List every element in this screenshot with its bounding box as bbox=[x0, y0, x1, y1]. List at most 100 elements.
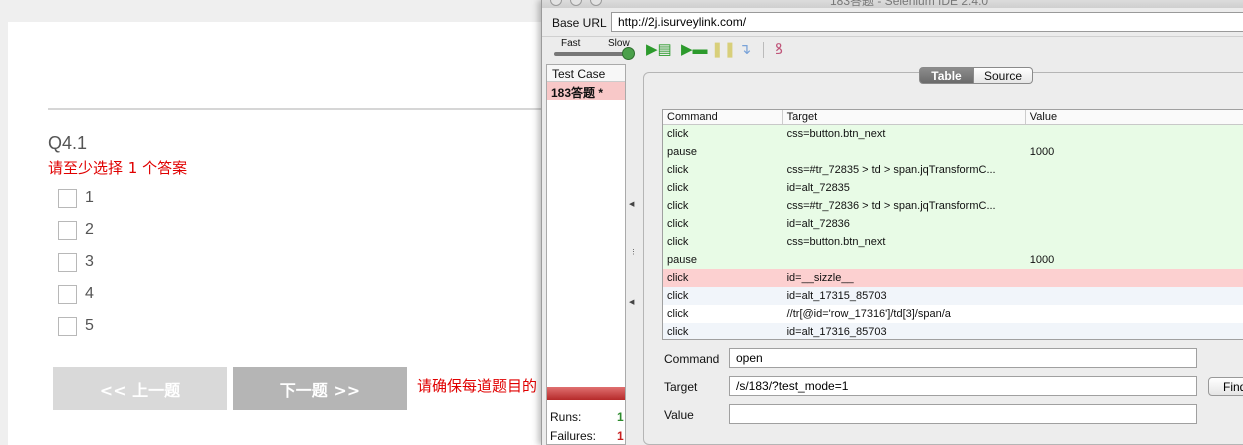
run-progress-bar bbox=[547, 387, 625, 400]
target-input[interactable] bbox=[729, 376, 1197, 396]
test-case-header: Test Case bbox=[547, 65, 625, 82]
table-row[interactable]: click id=__sizzle__ bbox=[663, 269, 1243, 287]
option-5[interactable]: 5 bbox=[58, 315, 94, 337]
checkbox[interactable] bbox=[58, 188, 77, 208]
option-label: 4 bbox=[85, 285, 94, 302]
column-target[interactable]: Target bbox=[783, 110, 1026, 124]
title-bar[interactable]: 183答题 - Selenium IDE 2.4.0 bbox=[542, 0, 1243, 8]
runs-label: Runs: bbox=[550, 410, 582, 424]
cell-target: id=__sizzle__ bbox=[786, 272, 854, 284]
base-url-label: Base URL bbox=[552, 16, 607, 30]
table-row[interactable]: click id=alt_17316_85703 bbox=[663, 323, 1243, 339]
failures-label: Failures: bbox=[550, 429, 597, 443]
option-label: 1 bbox=[85, 189, 94, 206]
option-2[interactable]: 2 bbox=[58, 219, 94, 241]
cell-command: click bbox=[667, 290, 689, 302]
table-row[interactable]: click id=alt_72836 bbox=[663, 215, 1243, 233]
hint-text: 请确保每道题目的 bbox=[417, 377, 538, 395]
prev-question-button[interactable]: << 上一题 bbox=[53, 367, 227, 410]
value-label: Value bbox=[664, 408, 694, 422]
cell-command: click bbox=[667, 182, 689, 194]
collapse-left-icon[interactable]: ◀ bbox=[629, 200, 634, 208]
checkbox[interactable] bbox=[58, 252, 77, 272]
command-label: Command bbox=[664, 352, 720, 366]
column-command[interactable]: Command bbox=[663, 110, 783, 124]
step-icon[interactable]: ↴ bbox=[735, 42, 755, 58]
option-1[interactable]: 1 bbox=[58, 187, 94, 209]
column-value[interactable]: Value bbox=[1026, 110, 1243, 124]
zoom-window-icon[interactable] bbox=[590, 0, 602, 6]
cell-command: click bbox=[667, 218, 689, 230]
table-row[interactable]: click css=#tr_72836 > td > span.jqTransfo… bbox=[663, 197, 1243, 215]
cell-target: css=button.btn_next bbox=[786, 236, 886, 248]
minimize-window-icon[interactable] bbox=[570, 0, 582, 6]
test-editor: Table Source Command Target Value click c… bbox=[643, 67, 1243, 445]
record-icon[interactable]: ꝸ bbox=[769, 42, 789, 58]
cell-command: click bbox=[667, 128, 689, 140]
view-toggle: Table Source bbox=[919, 67, 1033, 86]
base-url-input[interactable] bbox=[611, 12, 1243, 32]
failures-count: 1 bbox=[617, 429, 624, 443]
speed-slider-track[interactable] bbox=[554, 52, 632, 56]
table-row[interactable]: click id=alt_17315_85703 bbox=[663, 287, 1243, 305]
option-label: 3 bbox=[85, 253, 94, 270]
option-label: 2 bbox=[85, 221, 94, 238]
collapse-left-icon[interactable]: ◀ bbox=[629, 298, 634, 306]
target-label: Target bbox=[664, 380, 698, 394]
cell-command: click bbox=[667, 326, 689, 338]
value-input[interactable] bbox=[729, 404, 1197, 424]
cell-command: click bbox=[667, 164, 689, 176]
option-3[interactable]: 3 bbox=[58, 251, 94, 273]
checkbox[interactable] bbox=[58, 284, 77, 304]
toolbar-separator bbox=[763, 42, 764, 58]
table-row[interactable]: click //tr[@id='row_17316']/td[3]/span/a bbox=[663, 305, 1243, 323]
cell-target: css=#tr_72835 > td > span.jqTransformC..… bbox=[786, 164, 996, 176]
table-row[interactable]: click id=alt_72835 bbox=[663, 179, 1243, 197]
question-title: Q4.1 bbox=[48, 133, 88, 153]
test-case-panel: Test Case 183答题 * Runs: 1 Failures: 1 bbox=[546, 64, 626, 445]
cell-target: id=alt_17316_85703 bbox=[786, 326, 887, 338]
play-suite-icon[interactable]: ▶▤ bbox=[646, 42, 672, 58]
validation-error: 请至少选择 1 个答案 bbox=[48, 159, 188, 177]
table-header: Command Target Value bbox=[663, 110, 1243, 125]
table-row[interactable]: click css=button.btn_next bbox=[663, 233, 1243, 251]
cell-target: id=alt_17315_85703 bbox=[786, 290, 887, 302]
command-table: Command Target Value click css=button.btn… bbox=[662, 109, 1243, 340]
next-question-button[interactable]: 下一题 >> bbox=[233, 367, 407, 410]
cell-target: id=alt_72835 bbox=[786, 182, 850, 194]
cell-command: click bbox=[667, 308, 689, 320]
speed-fast-label: Fast bbox=[561, 38, 581, 49]
cell-command: click bbox=[667, 272, 689, 284]
panel-splitter[interactable]: ◀ ⋮ ◀ bbox=[628, 200, 637, 320]
grip-icon: ⋮ bbox=[630, 249, 637, 256]
cell-target: css=button.btn_next bbox=[786, 128, 886, 140]
checkbox[interactable] bbox=[58, 316, 77, 336]
option-label: 5 bbox=[85, 317, 94, 334]
toolbar: Fast Slow ▶▤ ▶▬ ❚❚ ↴ ꝸ bbox=[542, 36, 1243, 62]
test-case-item[interactable]: 183答题 * bbox=[547, 82, 625, 100]
find-button[interactable]: Find bbox=[1208, 377, 1243, 396]
selenium-ide-window: 183答题 - Selenium IDE 2.4.0 Base URL Fast… bbox=[541, 0, 1243, 445]
base-url-bar: Base URL bbox=[542, 8, 1243, 36]
play-test-icon[interactable]: ▶▬ bbox=[681, 42, 708, 58]
tab-table[interactable]: Table bbox=[919, 67, 974, 84]
checkbox[interactable] bbox=[58, 220, 77, 240]
command-input[interactable] bbox=[729, 348, 1197, 368]
tab-source[interactable]: Source bbox=[974, 67, 1033, 84]
cell-value: 1000 bbox=[1029, 254, 1055, 266]
table-row[interactable]: pause 1000 bbox=[663, 251, 1243, 269]
cell-target: //tr[@id='row_17316']/td[3]/span/a bbox=[786, 308, 951, 320]
option-4[interactable]: 4 bbox=[58, 283, 94, 305]
table-row[interactable]: pause 1000 bbox=[663, 143, 1243, 161]
table-row[interactable]: click css=#tr_72835 > td > span.jqTransfo… bbox=[663, 161, 1243, 179]
cell-target: id=alt_72836 bbox=[786, 218, 850, 230]
speed-slider-handle[interactable] bbox=[622, 47, 635, 60]
cell-command: click bbox=[667, 200, 689, 212]
cell-command: click bbox=[667, 236, 689, 248]
table-row[interactable]: click css=button.btn_next bbox=[663, 125, 1243, 143]
pause-icon[interactable]: ❚❚ bbox=[711, 42, 736, 58]
cell-command: pause bbox=[667, 146, 697, 158]
cell-value: 1000 bbox=[1029, 146, 1055, 158]
cell-command: pause bbox=[667, 254, 697, 266]
close-window-icon[interactable] bbox=[550, 0, 562, 6]
